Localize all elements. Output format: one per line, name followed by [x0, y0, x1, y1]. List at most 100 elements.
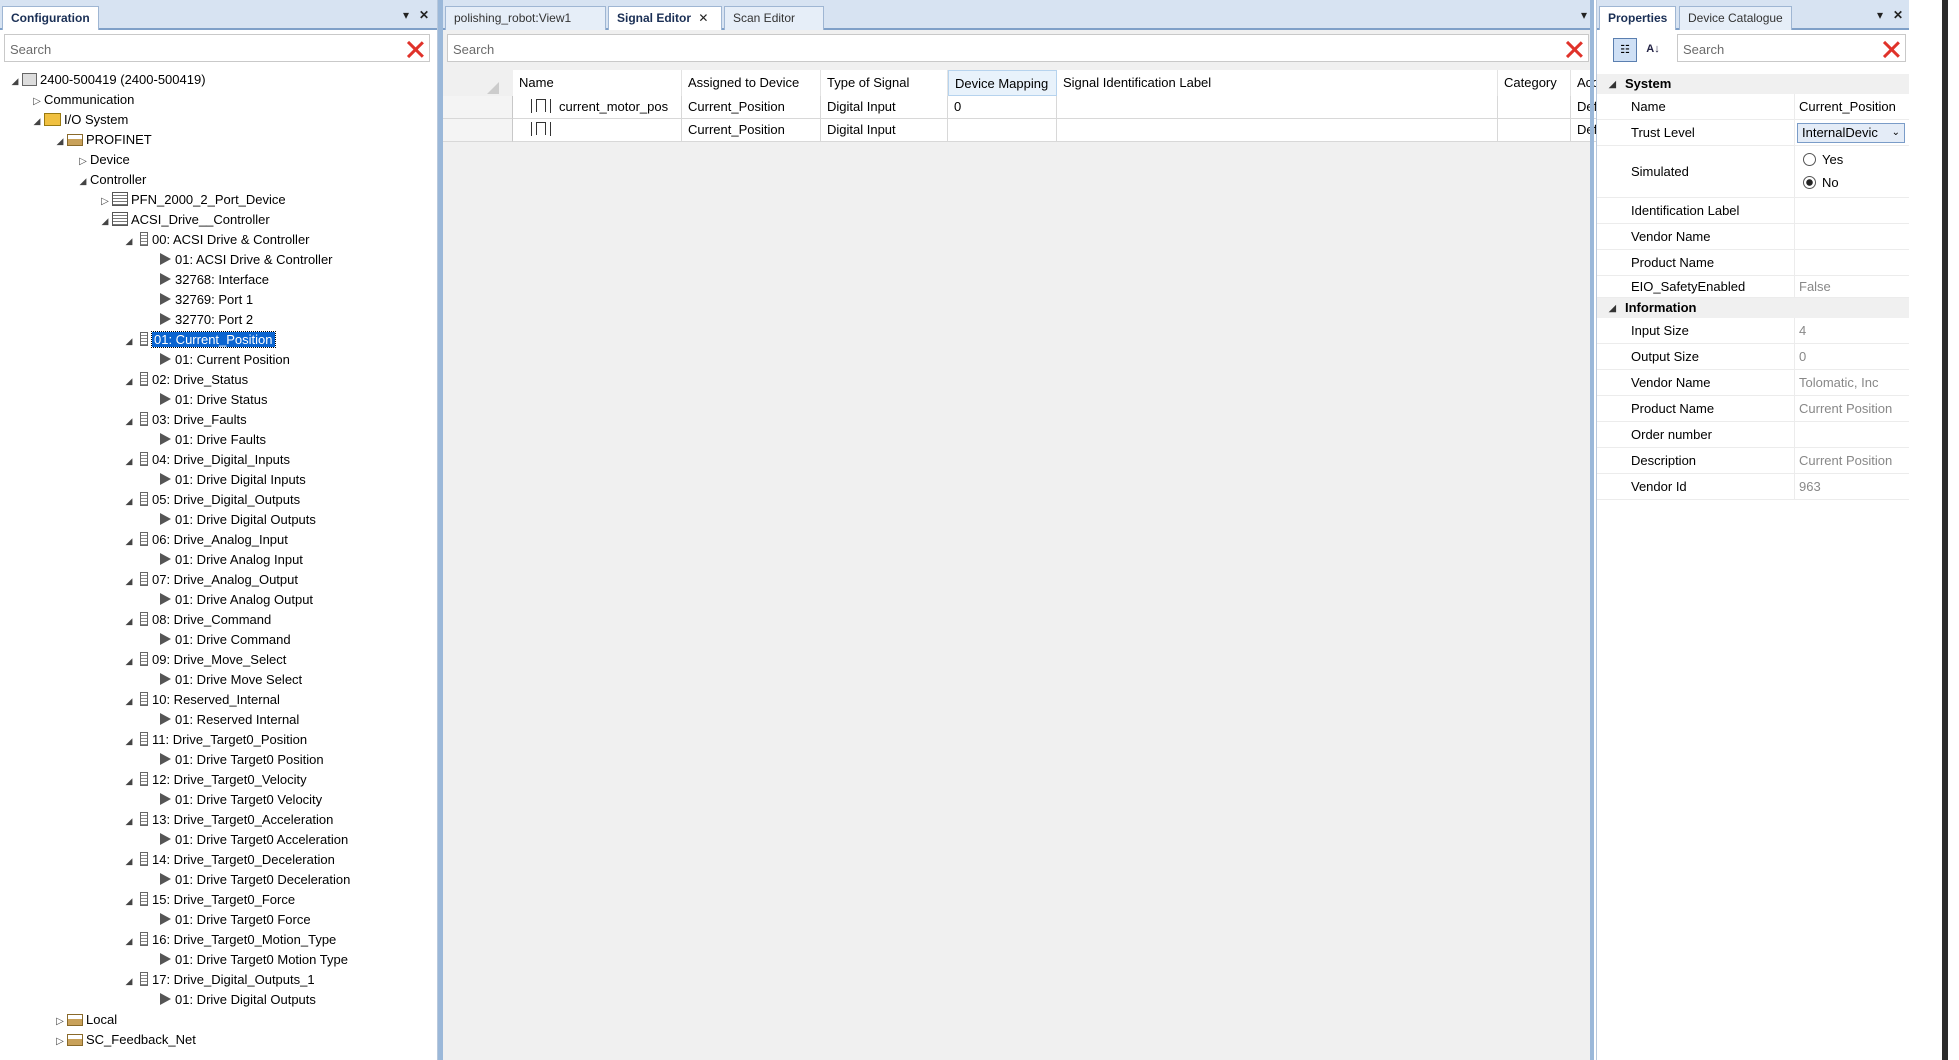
tree-node[interactable]: 01: Drive Digital Inputs: [146, 470, 306, 490]
sort-az-icon[interactable]: A↓: [1641, 38, 1665, 62]
collapse-icon[interactable]: ◢: [122, 851, 136, 871]
tree-node[interactable]: ▷ Communication: [30, 90, 134, 110]
collapse-icon[interactable]: ◢: [122, 731, 136, 751]
table-cell[interactable]: [1498, 119, 1571, 142]
tree-node[interactable]: 01: Drive Move Select: [146, 670, 302, 690]
property-row[interactable]: Vendor Name Tolomatic, Inc: [1597, 370, 1909, 396]
tree-node[interactable]: ◢ 16: Drive_Target0_Motion_Type: [122, 930, 336, 950]
collapse-icon[interactable]: ◢: [122, 571, 136, 591]
collapse-icon[interactable]: ◢: [122, 891, 136, 911]
close-icon[interactable]: ✕: [419, 8, 429, 22]
tree-node[interactable]: ▷ Local: [53, 1010, 117, 1030]
tree-node[interactable]: 01: Drive Target0 Position: [146, 750, 324, 770]
tree-node[interactable]: 01: Drive Analog Input: [146, 550, 303, 570]
trust-level-dropdown[interactable]: InternalDevic ⌄: [1797, 123, 1905, 143]
tree-node[interactable]: ◢ 09: Drive_Move_Select: [122, 650, 286, 670]
pin-icon[interactable]: ▾: [403, 8, 409, 22]
collapse-icon[interactable]: ◢: [122, 811, 136, 831]
tree-node[interactable]: 01: Drive Status: [146, 390, 268, 410]
table-cell[interactable]: 0: [948, 96, 1057, 119]
splitter-right[interactable]: [1590, 0, 1594, 1060]
close-icon[interactable]: ✕: [1893, 8, 1903, 22]
clear-search-icon[interactable]: [1565, 40, 1583, 58]
tree-node[interactable]: 01: Drive Digital Outputs: [146, 990, 316, 1010]
table-cell[interactable]: current_motor_pos: [513, 96, 682, 119]
property-identification-label[interactable]: Identification Label: [1597, 198, 1909, 224]
tree-node[interactable]: ◢ 10: Reserved_Internal: [122, 690, 280, 710]
tree-node[interactable]: 01: Drive Analog Output: [146, 590, 313, 610]
table-cell[interactable]: Current_Position: [682, 96, 821, 119]
collapse-icon[interactable]: ◢: [122, 331, 136, 351]
tree-node[interactable]: ▷ Device: [76, 150, 130, 170]
column-header[interactable]: Category: [1498, 70, 1571, 96]
property-product-name[interactable]: Product Name: [1597, 250, 1909, 276]
column-header[interactable]: Signal Identification Label: [1057, 70, 1498, 96]
table-cell[interactable]: Digital Input: [821, 119, 948, 142]
tab-configuration[interactable]: Configuration: [2, 6, 99, 30]
tree-node[interactable]: ◢ 15: Drive_Target0_Force: [122, 890, 295, 910]
tree-node[interactable]: ◢ 02: Drive_Status: [122, 370, 248, 390]
collapse-icon[interactable]: ◢: [98, 211, 112, 231]
tab-polishing-robot-view[interactable]: polishing_robot:View1: [445, 6, 606, 30]
tree-node[interactable]: ◢ 11: Drive_Target0_Position: [122, 730, 307, 750]
column-header[interactable]: Device Mapping: [948, 70, 1057, 96]
clear-search-icon[interactable]: [406, 40, 424, 58]
collapse-icon[interactable]: ◢: [122, 491, 136, 511]
property-row[interactable]: Product Name Current Position: [1597, 396, 1909, 422]
tree-node[interactable]: 01: Reserved Internal: [146, 710, 299, 730]
tab-device-catalogue[interactable]: Device Catalogue: [1679, 6, 1792, 30]
table-cell[interactable]: [948, 119, 1057, 142]
tree-node[interactable]: 01: Drive Digital Outputs: [146, 510, 316, 530]
tree-node[interactable]: 01: ACSI Drive & Controller: [146, 250, 333, 270]
clear-search-icon[interactable]: [1882, 40, 1900, 58]
tree-node[interactable]: 01: Drive Command: [146, 630, 291, 650]
tree-node[interactable]: ◢ 03: Drive_Faults: [122, 410, 247, 430]
tree-node[interactable]: 01: Drive Target0 Motion Type: [146, 950, 348, 970]
grid-corner[interactable]: [487, 82, 499, 94]
column-header[interactable]: Assigned to Device: [682, 70, 821, 96]
expand-icon[interactable]: ▷: [98, 192, 112, 212]
property-vendor-name[interactable]: Vendor Name: [1597, 224, 1909, 250]
signal-search-input[interactable]: [448, 35, 1424, 63]
tree-node[interactable]: 01: Current Position: [146, 350, 290, 370]
expand-icon[interactable]: ▷: [30, 92, 44, 112]
category-information[interactable]: Information: [1597, 298, 1909, 318]
property-name[interactable]: Name Current_Position: [1597, 94, 1909, 120]
tree-node[interactable]: ◢ 08: Drive_Command: [122, 610, 271, 630]
properties-search-input[interactable]: [1678, 35, 1878, 63]
tab-scan-editor[interactable]: Scan Editor: [724, 6, 824, 30]
column-header[interactable]: Name: [513, 70, 682, 96]
tree-node[interactable]: ◢ 00: ACSI Drive & Controller: [122, 230, 310, 250]
tree-node[interactable]: ▷ SC_Feedback_Net: [53, 1030, 196, 1050]
close-tab-icon[interactable]: ✕: [698, 11, 708, 25]
collapse-icon[interactable]: ◢: [122, 611, 136, 631]
tree-node[interactable]: 01: Drive Target0 Acceleration: [146, 830, 348, 850]
table-cell[interactable]: [1498, 96, 1571, 119]
collapse-icon[interactable]: ◢: [122, 971, 136, 991]
collapse-icon[interactable]: ◢: [122, 931, 136, 951]
radio-yes[interactable]: Yes: [1803, 150, 1843, 170]
property-row[interactable]: Description Current Position: [1597, 448, 1909, 474]
tab-list-icon[interactable]: ▾: [1581, 8, 1587, 22]
table-cell[interactable]: [1057, 96, 1498, 119]
tree-node[interactable]: ◢ I/O System: [30, 110, 129, 131]
property-trust-level[interactable]: Trust Level InternalDevic ⌄: [1597, 120, 1909, 146]
collapse-icon[interactable]: ◢: [122, 531, 136, 551]
collapse-icon[interactable]: ◢: [122, 651, 136, 671]
collapse-icon[interactable]: ◢: [122, 691, 136, 711]
tree-node[interactable]: ◢ 12: Drive_Target0_Velocity: [122, 770, 307, 790]
tab-properties[interactable]: Properties: [1599, 6, 1677, 30]
expand-icon[interactable]: ▷: [53, 1012, 67, 1032]
collapse-icon[interactable]: ◢: [76, 171, 90, 191]
tab-signal-editor[interactable]: Signal Editor ✕: [608, 6, 722, 30]
configuration-search-input[interactable]: [5, 35, 373, 63]
column-header[interactable]: Type of Signal: [821, 70, 948, 96]
collapse-icon[interactable]: ◢: [30, 111, 44, 131]
collapse-icon[interactable]: ◢: [53, 131, 67, 151]
tree-node[interactable]: ◢ 06: Drive_Analog_Input: [122, 530, 288, 550]
table-cell[interactable]: [1057, 119, 1498, 142]
tree-node[interactable]: 01: Drive Target0 Velocity: [146, 790, 322, 810]
property-row[interactable]: Order number: [1597, 422, 1909, 448]
tree-node[interactable]: ◢ 04: Drive_Digital_Inputs: [122, 450, 290, 470]
table-cell[interactable]: Digital Input: [821, 96, 948, 119]
